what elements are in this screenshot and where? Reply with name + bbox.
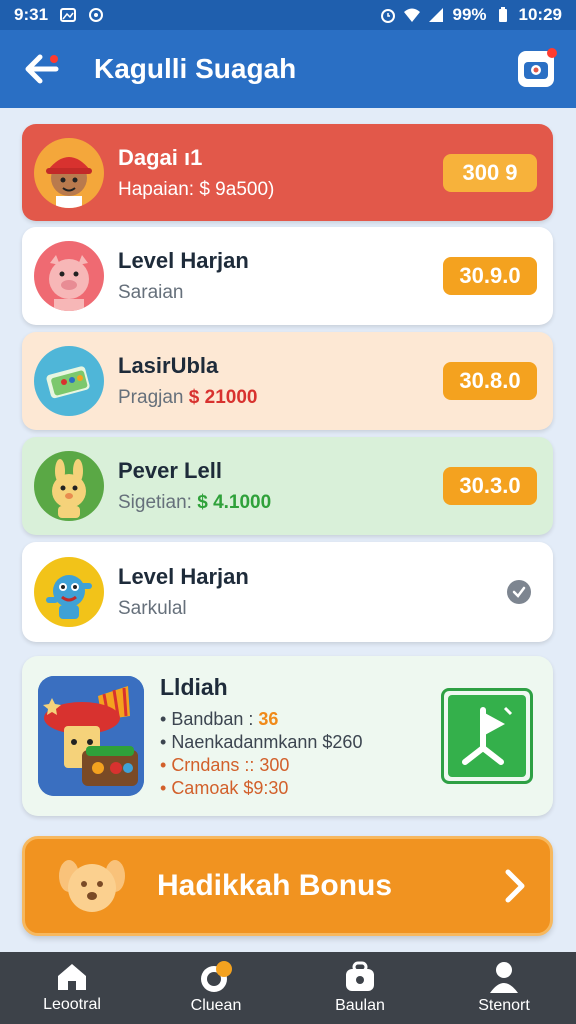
status-time: 9:31	[14, 5, 49, 24]
item-subtitle: Sigetian: $ 4.1000	[118, 492, 271, 514]
signal-icon	[429, 8, 444, 22]
bunny-avatar-icon	[34, 451, 104, 521]
money-avatar-icon	[34, 346, 104, 416]
back-button[interactable]	[22, 49, 62, 89]
reward-line-1: • Bandban : 36	[160, 708, 279, 729]
item-subtitle-amount: $ 4.1000	[197, 492, 272, 513]
item-subtitle: Pragjan $ 21000	[118, 387, 257, 409]
check-icon	[507, 580, 531, 604]
status-clock: 10:29	[518, 5, 562, 24]
price-button[interactable]: 30.9.0	[443, 257, 537, 295]
status-bar: 9:31 99% 10:29	[0, 0, 576, 30]
reward-line-3: • Crndans :: 300	[160, 754, 290, 775]
item-subtitle-prefix: Pragjan	[118, 387, 184, 408]
item-title: Level Harjan	[118, 248, 249, 273]
item-title: Dagai ı1	[118, 144, 203, 170]
reward-line-2-text: Naenkadanmkann $260	[171, 731, 363, 752]
nav-label-profile: Stenort	[478, 997, 530, 1014]
item-subtitle: Hapaian: $ 9a500)	[118, 178, 275, 200]
nav-item-bag[interactable]: Baulan	[288, 952, 432, 1024]
nav-item-profile[interactable]: Stenort	[432, 952, 576, 1024]
item-subtitle: Saraian	[118, 282, 184, 303]
bonus-button[interactable]: Hadikkah Bonus	[22, 836, 553, 936]
profile-icon	[490, 962, 518, 993]
reward-line-2: • Naenkadanmkann $260	[160, 731, 363, 752]
bonus-label: Hadikkah Bonus	[157, 869, 393, 902]
item-subtitle-amount: $ 21000	[188, 387, 258, 408]
item-subtitle: Sarkulal	[118, 598, 187, 619]
nav-label-bag: Baulan	[335, 997, 385, 1014]
back-badge	[50, 55, 58, 63]
treasure-chest-icon	[38, 676, 144, 796]
pig-avatar-icon	[34, 241, 104, 311]
item-title: Pever Lell	[118, 458, 222, 483]
puppy-icon	[59, 860, 125, 912]
bottom-navigation: Leootral Cluean Baulan Stenort	[0, 952, 576, 1024]
battery-percent: 99%	[452, 5, 487, 24]
coin-icon	[201, 961, 232, 992]
nav-item-coin[interactable]: Cluean	[144, 952, 288, 1024]
list-item-3[interactable]: LasirUbla Pragjan $ 21000 30.8.0	[22, 332, 553, 430]
monster-avatar-icon	[34, 557, 104, 627]
nav-label-coin: Cluean	[190, 997, 242, 1014]
reward-line-3-text: Crndans :: 300	[171, 754, 290, 775]
battery-icon	[498, 7, 507, 22]
list-item-1[interactable]: Dagai ı1 Hapaian: $ 9a500) 300 9	[22, 124, 553, 221]
item-subtitle-prefix: Sigetian:	[118, 492, 192, 513]
home-icon	[58, 964, 86, 990]
reward-line-4-text: Camoak $9:30	[171, 777, 289, 798]
wifi-icon	[404, 8, 421, 22]
list-item-5[interactable]: Level Harjan Sarkulal	[22, 542, 553, 642]
photo-notification-icon	[60, 8, 77, 22]
price-button[interactable]: 30.8.0	[443, 362, 537, 400]
price-button[interactable]: 30.3.0	[443, 467, 537, 505]
camera-badge	[547, 48, 557, 58]
price-button[interactable]: 300 9	[443, 153, 537, 192]
chevron-right-icon	[505, 869, 525, 903]
list-item-4[interactable]: Pever Lell Sigetian: $ 4.1000 30.3.0	[22, 437, 553, 535]
nav-label-home: Leootral	[43, 996, 101, 1013]
camera-icon	[524, 62, 548, 79]
bag-icon	[346, 961, 374, 991]
reward-action-button[interactable]	[441, 688, 533, 784]
app-bar: Kagulli Suagah	[0, 30, 576, 108]
reward-title: Lldiah	[160, 673, 228, 700]
flag-icon	[448, 695, 526, 777]
reward-line-1-text: Bandban :	[171, 708, 254, 729]
girl-avatar-icon	[34, 137, 104, 208]
item-title: LasirUbla	[118, 353, 219, 378]
list-item-2[interactable]: Level Harjan Saraian 30.9.0	[22, 227, 553, 325]
alarm-icon	[381, 9, 396, 23]
camera-button[interactable]	[518, 48, 557, 87]
reward-line-1-value: 36	[258, 708, 279, 729]
reward-card[interactable]: Lldiah • Bandban : 36 • Naenkadanmkann $…	[22, 656, 553, 816]
item-title: Level Harjan	[118, 564, 249, 589]
sync-notification-icon	[89, 8, 104, 22]
nav-item-home[interactable]: Leootral	[0, 952, 144, 1024]
reward-line-4: • Camoak $9:30	[160, 777, 289, 798]
page-title: Kagulli Suagah	[94, 53, 297, 84]
